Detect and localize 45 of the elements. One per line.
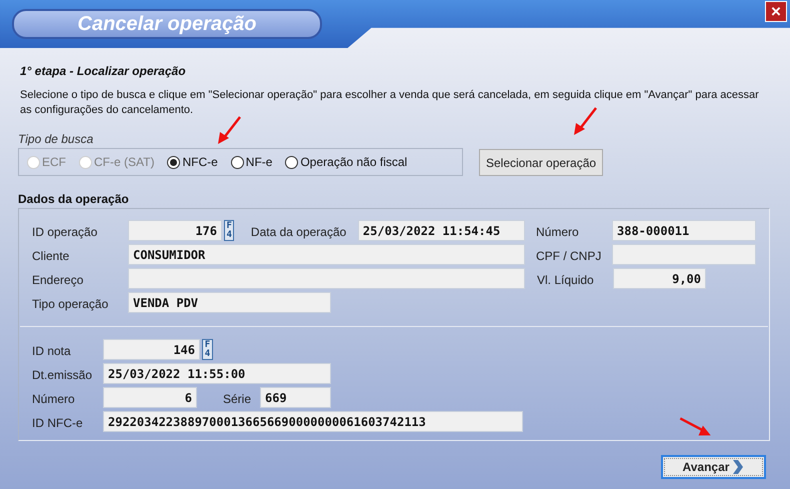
text-field[interactable]: 176 [128,220,222,241]
field-label: ID NFC-e [32,416,83,430]
radio-button[interactable] [230,156,244,168]
text-field[interactable]: 6 [103,387,197,408]
radio-option[interactable]: NFC-e [167,153,218,171]
text-field[interactable]: 29220342238897000136656690000000061603742113 [103,411,523,432]
field-label: Número [536,225,579,239]
text-field[interactable]: 25/03/2022 11:54:45 [358,220,525,241]
text-field[interactable]: VENDA PDV [128,292,331,313]
annotation-arrow [572,106,598,136]
field-label: ID operação [32,225,98,239]
radio-option[interactable]: NF-e [230,153,272,171]
text-field[interactable]: 669 [260,387,331,408]
lookup-key-button[interactable]: F4 [202,339,213,360]
field-label: Dt.emissão [32,368,92,382]
field-label: Série [223,392,252,406]
field-label: Data da operação [250,225,346,239]
text-field[interactable]: 388-000011 [612,220,756,241]
next-button[interactable]: Avançar [661,455,766,479]
text-field[interactable]: CONSUMIDOR [128,244,525,265]
field-label: Número [32,392,75,406]
text-field[interactable] [128,268,525,289]
instructions: Selecione o tipo de busca e clique em "Selecionar operação" para escolher a venda que será cancelada, em seguida clique em "Avançar" para acessar as configurações do cancelamento. [20,88,760,118]
section-title: Dados da operação [18,191,130,208]
window-title: Cancelar operação [12,9,322,39]
field-label: Endereço [32,273,84,287]
field-label: Vl. Líquido [537,273,594,287]
radio-button[interactable] [167,156,180,168]
close-button[interactable]: × [765,1,787,22]
select-operation-button[interactable]: Selecionar operação [479,149,604,176]
group-label: Tipo de busca [18,131,94,148]
radio-option[interactable]: Operação não fiscal [285,153,408,171]
field-label: Tipo operação [32,297,108,311]
field-label: ID nota [32,344,71,358]
chevron-right-icon [732,460,744,474]
radio-button[interactable] [285,156,298,168]
step-title: 1° etapa - Localizar operação [20,63,187,80]
field-label: Cliente [32,249,70,263]
text-field[interactable]: 9,00 [613,268,706,289]
lookup-key-button[interactable]: F4 [224,220,234,241]
text-field[interactable]: 146 [103,339,200,360]
text-field[interactable] [612,244,756,265]
field-label: CPF / CNPJ [536,249,602,263]
text-field[interactable]: 25/03/2022 11:55:00 [103,363,331,384]
annotation-arrow [216,115,242,145]
